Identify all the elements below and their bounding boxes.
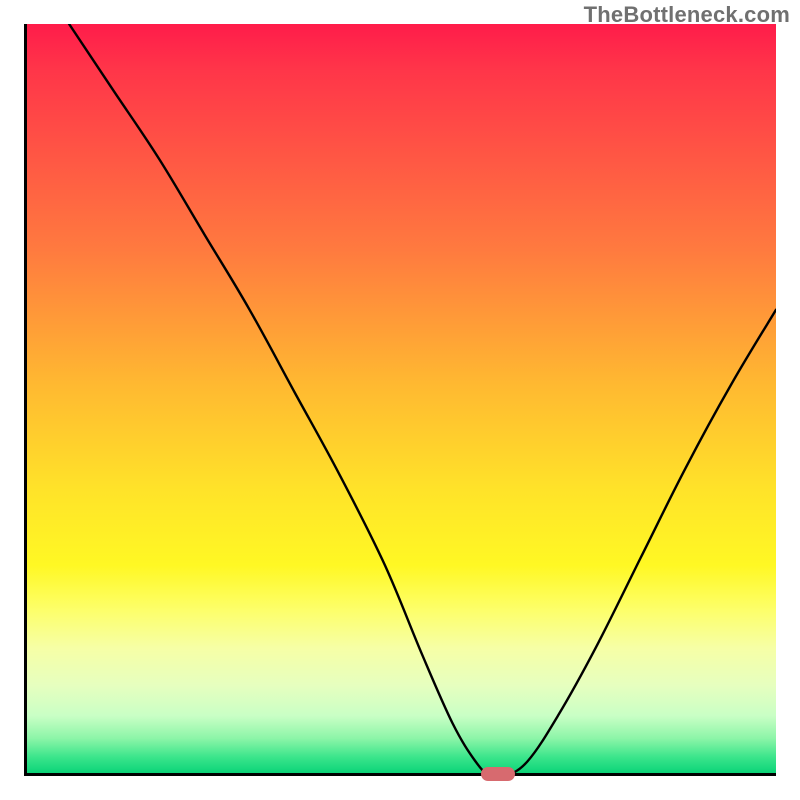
bottleneck-curve: [24, 24, 776, 776]
curve-path: [69, 24, 776, 776]
chart-container: TheBottleneck.com: [0, 0, 800, 800]
optimal-marker: [481, 767, 515, 781]
watermark-text: TheBottleneck.com: [584, 2, 790, 28]
